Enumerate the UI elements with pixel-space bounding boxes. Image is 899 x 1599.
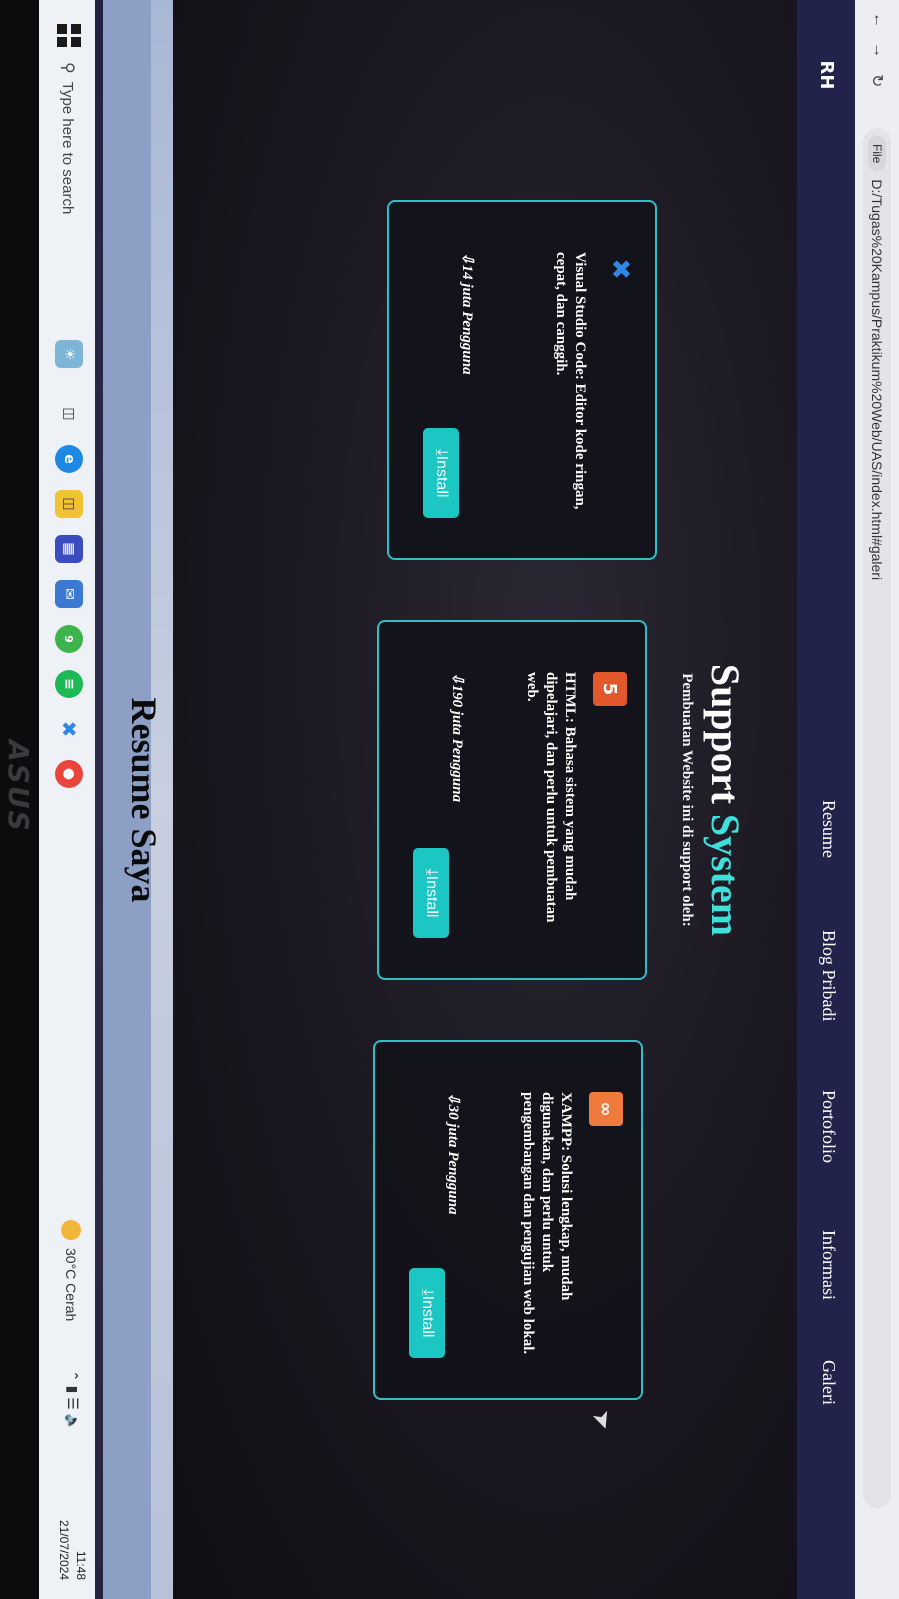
whatsapp-icon[interactable]: 9 — [55, 625, 83, 653]
sun-icon — [61, 1220, 81, 1240]
install-label: Install — [423, 875, 440, 918]
file-explorer-icon[interactable]: ◫ — [55, 490, 83, 518]
spotify-icon[interactable]: ≡ — [55, 670, 83, 698]
chevron-up-icon[interactable]: ⌃ — [65, 1370, 81, 1382]
site-logo[interactable]: RH — [811, 60, 841, 90]
battery-icon[interactable]: ▮ — [65, 1386, 81, 1394]
support-section: Support System Pembuatan Website ini di … — [173, 0, 797, 1599]
install-label: Install — [433, 455, 450, 498]
install-button[interactable]: ⤓ Install — [409, 1268, 445, 1358]
card-description: XAMPP: Solusi lengkap, mudah digunakan, … — [520, 1092, 575, 1355]
card-users-text: 30 juta Pengguna — [445, 1104, 461, 1215]
mail-icon[interactable]: ✉ — [55, 580, 83, 608]
badge-count: 9 — [62, 635, 76, 643]
card-users: ⇩30 juta Pengguna — [444, 1092, 463, 1215]
windows-start-icon[interactable] — [57, 24, 81, 48]
install-button[interactable]: ⤓ Install — [413, 848, 449, 938]
system-tray[interactable]: ⌃ ▮ ☰ 🔈 — [64, 1370, 81, 1431]
search-placeholder: Type here to search — [59, 81, 77, 215]
nav-portofolio[interactable]: Portofolio — [818, 1090, 839, 1163]
site-header: RH Resume Blog Pribadi Portofolio Inform… — [797, 0, 855, 1599]
card-users: ⇩14 juta Pengguna — [458, 252, 477, 375]
download-icon: ⇩ — [459, 252, 475, 265]
url-text[interactable]: D:/Tugas%20Kampus/Praktikum%20Web/UAS/in… — [869, 179, 885, 580]
card-users-text: 14 juta Pengguna — [459, 264, 475, 375]
clock[interactable]: 11:48 21/07/2024 — [55, 1500, 89, 1580]
resume-section: Resume Saya — [103, 0, 173, 1599]
edge-icon[interactable]: e — [55, 445, 83, 473]
screen: ← → ↻ File D:/Tugas%20Kampus/Praktikum%2… — [0, 0, 899, 1599]
support-card-xampp: ∞ XAMPP: Solusi lengkap, mudah digunakan… — [373, 1040, 643, 1400]
install-icon: ⤓ — [433, 448, 450, 456]
chrome-icon[interactable]: ● — [55, 760, 83, 788]
xampp-icon: ∞ — [589, 1092, 623, 1126]
weather-text: 30°C Cerah — [63, 1248, 79, 1322]
clock-time: 11:48 — [74, 1550, 88, 1580]
task-view-icon[interactable]: ◫ — [55, 400, 83, 428]
reload-icon[interactable]: ↻ — [867, 74, 887, 87]
support-card-html: 5 HTML: Bahasa sistem yang mudah dipelaj… — [377, 620, 647, 980]
install-button[interactable]: ⤓ Install — [423, 428, 459, 518]
brand-logo: ASUS — [2, 740, 35, 833]
install-icon: ⤓ — [423, 868, 440, 876]
volume-icon[interactable]: 🔈 — [65, 1414, 81, 1431]
nav-resume[interactable]: Resume — [818, 800, 839, 858]
nav-blog-pribadi[interactable]: Blog Pribadi — [818, 930, 839, 1022]
install-label: Install — [419, 1295, 436, 1338]
browser-toolbar: ← → ↻ File D:/Tugas%20Kampus/Praktikum%2… — [855, 0, 899, 1599]
install-icon: ⤓ — [419, 1288, 436, 1296]
web-page: RH Resume Blog Pribadi Portofolio Inform… — [95, 0, 855, 1599]
nav-informasi[interactable]: Informasi — [818, 1230, 839, 1300]
section-title: Support System — [702, 560, 749, 1040]
taskbar-search[interactable]: ⚲ Type here to search — [51, 62, 85, 262]
card-users: ⇩190 juta Pengguna — [448, 672, 467, 802]
support-card-vscode: ✖ Visual Studio Code: Editor kode ringan… — [387, 200, 657, 560]
download-icon: ⇩ — [449, 672, 465, 685]
section-title-accent: System — [703, 813, 748, 937]
card-description: HTML: Bahasa sistem yang mudah dipelajar… — [524, 672, 579, 923]
forward-icon[interactable]: → — [869, 42, 887, 58]
html5-icon: 5 — [593, 672, 627, 706]
address-bar[interactable]: File D:/Tugas%20Kampus/Praktikum%20Web/U… — [863, 128, 891, 1508]
clock-date: 21/07/2024 — [57, 1519, 72, 1580]
weather-widget[interactable]: 30°C Cerah — [61, 1220, 81, 1321]
section-subtitle: Pembuatan Website ini di support oleh: — [679, 673, 695, 927]
back-icon[interactable]: ← — [869, 12, 887, 28]
card-description: Visual Studio Code: Editor kode ringan, … — [553, 252, 588, 510]
search-icon: ⚲ — [59, 62, 76, 74]
wifi-icon[interactable]: ☰ — [65, 1397, 81, 1410]
vscode-taskbar-icon[interactable]: ✖ — [55, 715, 83, 743]
widget-icon[interactable]: ☀ — [55, 340, 83, 368]
vscode-icon: ✖ — [605, 258, 635, 280]
resume-title: Resume Saya — [124, 697, 164, 903]
nav-galeri[interactable]: Galeri — [818, 1360, 839, 1405]
taskbar: ⚲ Type here to search ☀ ◫ e ◫ ▦ ✉ 9 ≡ ✖ … — [39, 0, 95, 1599]
store-icon[interactable]: ▦ — [55, 535, 83, 563]
download-icon: ⇩ — [445, 1092, 461, 1105]
laptop-bezel: ASUS — [0, 0, 39, 1599]
mouse-pointer-icon: ➤ — [586, 1405, 620, 1435]
section-title-main: Support — [703, 663, 748, 804]
card-users-text: 190 juta Pengguna — [449, 684, 465, 803]
file-info-chip[interactable]: File — [868, 136, 886, 172]
